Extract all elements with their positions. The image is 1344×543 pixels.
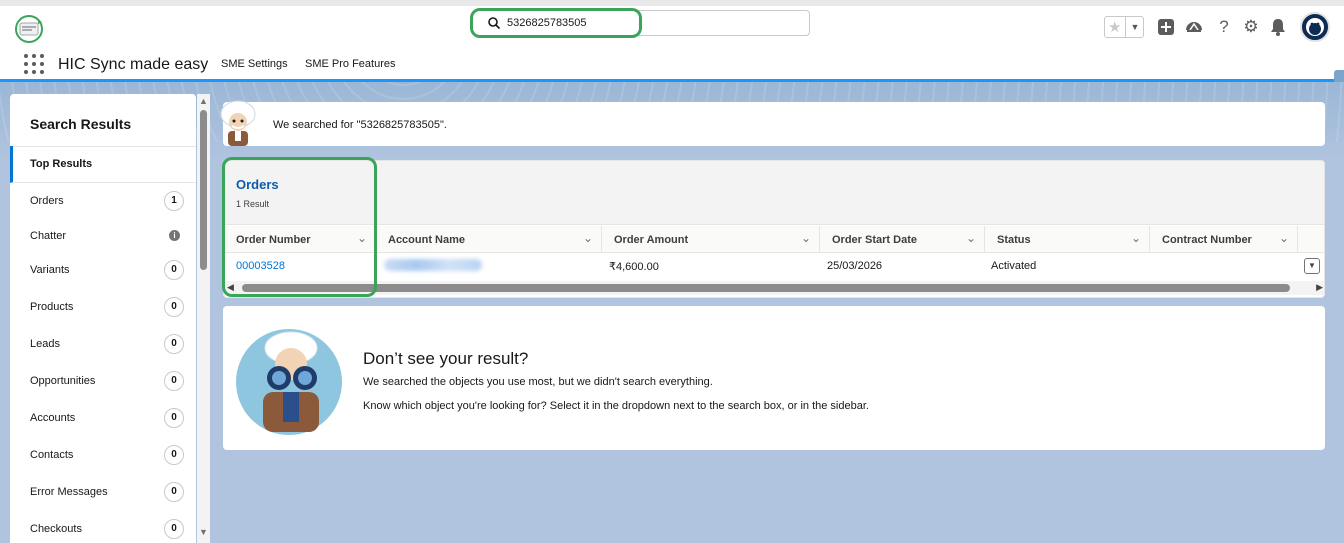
- sidebar-item-label: Variants: [30, 264, 70, 276]
- sidebar-item-label: Orders: [30, 195, 64, 207]
- global-search-input[interactable]: 5326825783505: [472, 10, 810, 36]
- column-header-status[interactable]: Status ⌄: [985, 226, 1150, 253]
- search-notice-text: We searched for "5326825783505".: [273, 119, 447, 131]
- orders-card-header: Orders 1 Result: [224, 161, 1324, 225]
- count-badge: 0: [164, 260, 184, 280]
- scroll-up-icon[interactable]: ▲: [199, 96, 208, 106]
- sidebar-item-label: Error Messages: [30, 486, 108, 498]
- sidebar-item-top-results[interactable]: Top Results: [10, 146, 196, 183]
- column-label: Contract Number: [1162, 234, 1252, 246]
- table-horizontal-scrollbar[interactable]: ◀ ▶: [224, 281, 1324, 295]
- chevron-down-icon[interactable]: ▼: [1125, 17, 1144, 37]
- count-badge: 0: [164, 371, 184, 391]
- app-logo-icon[interactable]: [12, 14, 46, 44]
- sidebar-item-leads[interactable]: Leads 0: [10, 330, 196, 360]
- column-header-account-name[interactable]: Account Name ⌄: [376, 226, 602, 253]
- column-label: Order Number: [236, 234, 311, 246]
- no-result-hint: Know which object you're looking for? Se…: [363, 400, 869, 412]
- count-badge: 0: [164, 445, 184, 465]
- trailhead-icon[interactable]: [1184, 16, 1204, 38]
- count-badge: 0: [164, 408, 184, 428]
- orders-results-card: Orders 1 Result Order Number ⌄ Account N…: [223, 160, 1325, 298]
- column-label: Status: [997, 234, 1031, 246]
- info-icon: i: [169, 230, 180, 241]
- search-query-text: 5326825783505: [507, 17, 587, 29]
- sidebar-item-opportunities[interactable]: Opportunities 0: [10, 367, 196, 397]
- help-icon[interactable]: ?: [1214, 16, 1234, 38]
- search-results-sidebar: Search Results Top Results Orders 1 Chat…: [10, 94, 196, 543]
- orders-table-header: Order Number ⌄ Account Name ⌄ Order Amou…: [224, 226, 1324, 253]
- search-icon: [488, 17, 501, 30]
- account-name-redacted[interactable]: [384, 259, 482, 271]
- sidebar-item-checkouts[interactable]: Checkouts 0: [10, 515, 196, 543]
- nav-item-sme-settings[interactable]: SME Settings: [221, 58, 288, 70]
- sidebar-item-label: Products: [30, 301, 74, 313]
- sidebar-item-label: Contacts: [30, 449, 74, 461]
- app-nav-bar: HIC Sync made easy SME Settings SME Pro …: [0, 48, 1344, 82]
- scroll-down-icon[interactable]: ▼: [199, 527, 208, 537]
- scrollbar-thumb[interactable]: [200, 110, 207, 270]
- column-header-order-start-date[interactable]: Order Start Date ⌄: [820, 226, 985, 253]
- orders-title-link[interactable]: Orders: [236, 177, 279, 192]
- sidebar-item-label: Top Results: [30, 158, 93, 170]
- chevron-down-icon[interactable]: ⌄: [1131, 231, 1141, 245]
- column-label: Order Amount: [614, 234, 689, 246]
- sidebar-item-accounts[interactable]: Accounts 0: [10, 404, 196, 434]
- einstein-binoculars-illustration: [236, 329, 342, 435]
- sidebar-item-error-messages[interactable]: Error Messages 0: [10, 478, 196, 508]
- sidebar-item-label: Checkouts: [30, 523, 82, 535]
- app-launcher-icon[interactable]: [24, 54, 44, 74]
- sidebar-item-orders[interactable]: Orders 1: [10, 187, 196, 217]
- einstein-mascot-icon: [220, 100, 256, 146]
- column-header-contract-number[interactable]: Contract Number ⌄: [1150, 226, 1298, 253]
- bell-icon[interactable]: [1268, 16, 1288, 38]
- scroll-right-icon[interactable]: ▶: [1316, 282, 1323, 293]
- no-result-title: Don’t see your result?: [363, 349, 529, 368]
- search-notice: We searched for "5326825783505".: [223, 102, 1325, 146]
- chevron-down-icon[interactable]: ⌄: [357, 231, 367, 245]
- status-cell: Activated: [991, 260, 1037, 272]
- add-icon[interactable]: [1156, 16, 1176, 38]
- column-header-order-number[interactable]: Order Number ⌄: [224, 226, 376, 253]
- sidebar-scrollbar[interactable]: ▲ ▼: [197, 94, 210, 543]
- sidebar-item-chatter[interactable]: Chatter i: [10, 222, 196, 252]
- column-label: Account Name: [388, 234, 466, 246]
- scrollbar-thumb[interactable]: [242, 284, 1290, 292]
- sidebar-item-label: Chatter: [30, 230, 67, 242]
- count-badge: 1: [164, 191, 184, 211]
- order-amount-cell: ₹4,600.00: [609, 261, 659, 273]
- gear-icon[interactable]: ⚙: [1241, 16, 1261, 38]
- dont-see-result-card: Don’t see your result? We searched the o…: [223, 306, 1325, 450]
- order-number-link[interactable]: 00003528: [236, 260, 285, 272]
- sidebar-item-label: Accounts: [30, 412, 76, 424]
- favorites-button[interactable]: ★ ▼: [1104, 16, 1144, 38]
- sidebar-item-label: Opportunities: [30, 375, 96, 387]
- column-label: Order Start Date: [832, 234, 917, 246]
- no-result-description: We searched the objects you use most, bu…: [363, 376, 713, 388]
- app-name: HIC Sync made easy: [58, 56, 209, 73]
- chevron-down-icon[interactable]: ⌄: [1279, 231, 1289, 245]
- star-icon[interactable]: ★: [1108, 18, 1121, 36]
- sidebar-item-contacts[interactable]: Contacts 0: [10, 441, 196, 471]
- count-badge: 0: [164, 482, 184, 502]
- chevron-down-icon[interactable]: ⌄: [801, 231, 811, 245]
- column-header-order-amount[interactable]: Order Amount ⌄: [602, 226, 820, 253]
- user-avatar[interactable]: [1300, 12, 1330, 42]
- count-badge: 0: [164, 519, 184, 539]
- chevron-down-icon[interactable]: ⌄: [966, 231, 976, 245]
- count-badge: 0: [164, 297, 184, 317]
- order-start-date-cell: 25/03/2026: [827, 260, 883, 272]
- sidebar-item-variants[interactable]: Variants 0: [10, 256, 196, 286]
- sidebar-item-products[interactable]: Products 0: [10, 293, 196, 323]
- orders-result-count: 1 Result: [236, 199, 270, 209]
- nav-item-sme-pro-features[interactable]: SME Pro Features: [305, 58, 395, 70]
- sidebar-item-label: Leads: [30, 338, 60, 350]
- sidebar-title: Search Results: [30, 116, 132, 132]
- row-action-menu-button[interactable]: ▼: [1304, 258, 1320, 274]
- chevron-down-icon[interactable]: ⌄: [583, 231, 593, 245]
- count-badge: 0: [164, 334, 184, 354]
- scroll-left-icon[interactable]: ◀: [227, 282, 234, 293]
